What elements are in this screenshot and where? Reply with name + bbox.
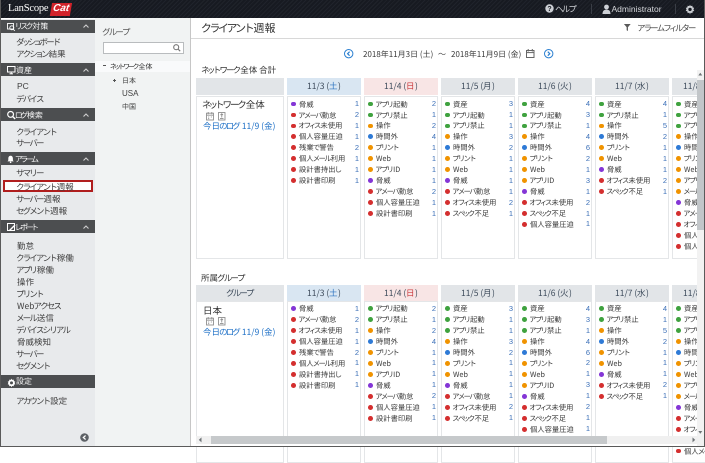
svg-text:?: ? bbox=[547, 6, 551, 13]
